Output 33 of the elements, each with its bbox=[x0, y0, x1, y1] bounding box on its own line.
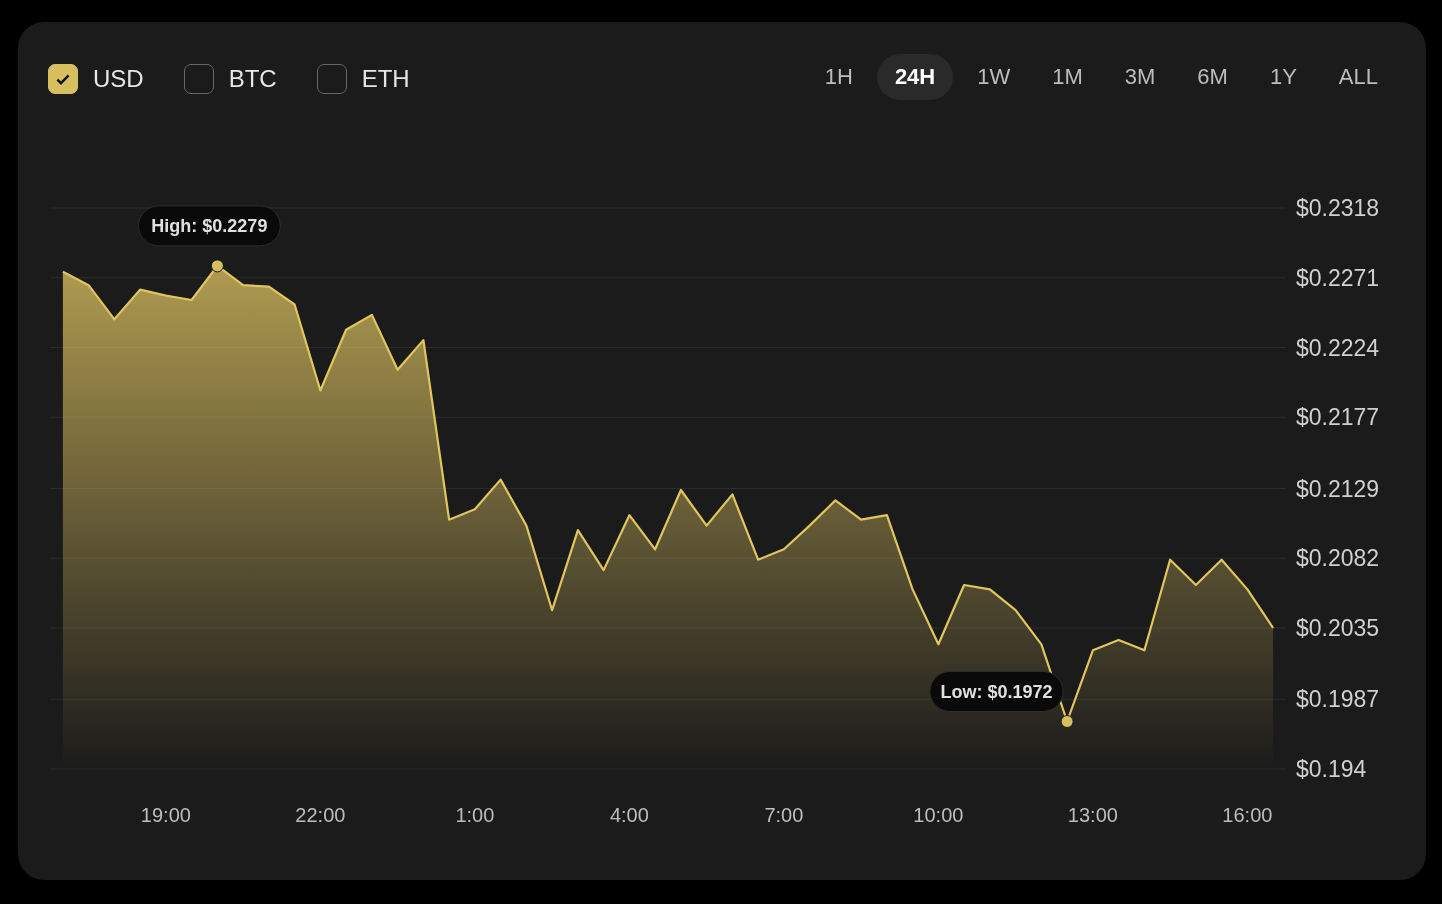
range-tab[interactable]: 24H bbox=[876, 54, 954, 100]
x-axis-label: 22:00 bbox=[295, 804, 346, 826]
range-tab[interactable]: 1W bbox=[959, 54, 1029, 100]
x-axis-label: 13:00 bbox=[1067, 804, 1118, 826]
y-axis-label: $0.1987 bbox=[1296, 686, 1380, 713]
annotation: High: $0.2279 bbox=[151, 215, 268, 236]
marker-dot bbox=[210, 259, 224, 273]
y-axis-label: $0.2177 bbox=[1296, 404, 1380, 431]
x-axis-label: 1:00 bbox=[455, 804, 495, 826]
range-tab[interactable]: ALL bbox=[1320, 54, 1396, 100]
price-callout: Low: $0.1972 bbox=[929, 671, 1064, 712]
currency-checkbox[interactable]: ETH bbox=[316, 64, 410, 94]
y-axis-label: $0.2271 bbox=[1296, 264, 1380, 291]
y-axis-label: $0.194 bbox=[1296, 756, 1367, 782]
range-tab[interactable]: 6M bbox=[1179, 54, 1246, 100]
y-axis-label: $0.2129 bbox=[1296, 475, 1380, 502]
x-axis-label: 19:00 bbox=[140, 804, 191, 826]
currency-checkbox[interactable]: USD bbox=[48, 64, 144, 94]
y-axis-label: $0.2224 bbox=[1296, 334, 1380, 361]
x-axis-label: 4:00 bbox=[609, 804, 649, 826]
currency-checkbox[interactable]: BTC bbox=[183, 64, 277, 94]
range-tab[interactable]: 3M bbox=[1106, 54, 1174, 100]
range-tab[interactable]: 1M bbox=[1034, 54, 1101, 100]
price-callout: High: $0.2279 bbox=[138, 205, 281, 247]
x-axis-label: 7:00 bbox=[764, 804, 804, 826]
y-axis-label: $0.2082 bbox=[1296, 545, 1380, 572]
range-tab[interactable]: 1H bbox=[806, 54, 871, 100]
x-axis-label: 10:00 bbox=[913, 804, 964, 826]
y-axis-label: $0.2035 bbox=[1296, 615, 1380, 641]
range-tab[interactable]: 1Y bbox=[1251, 54, 1315, 100]
y-axis-label: $0.2318 bbox=[1296, 195, 1380, 221]
annotation: Low: $0.1972 bbox=[940, 681, 1053, 702]
x-axis-label: 16:00 bbox=[1222, 804, 1273, 826]
